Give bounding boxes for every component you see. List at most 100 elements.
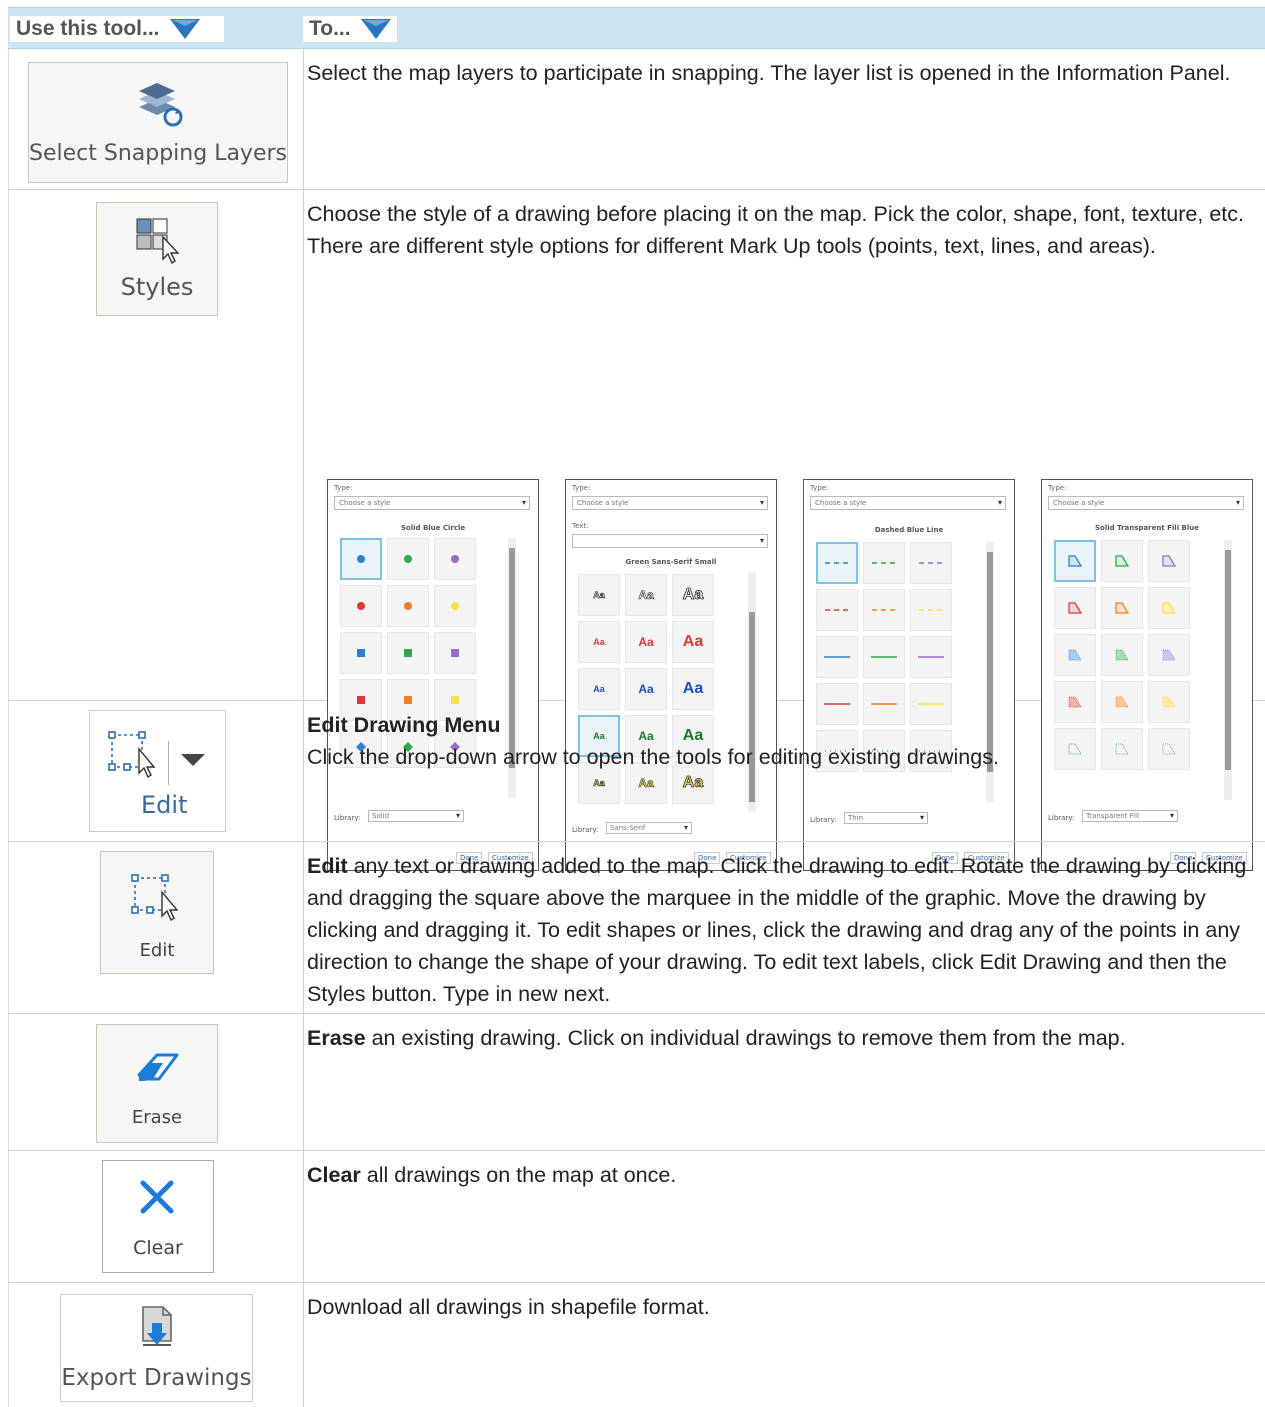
style-swatch[interactable] — [1054, 540, 1096, 582]
style-swatch[interactable] — [434, 538, 476, 580]
tool-cell: Styles — [8, 190, 304, 700]
type-label: Type: — [1048, 484, 1067, 492]
description-bold: Clear — [307, 1163, 361, 1187]
erase-button[interactable]: Erase — [96, 1024, 218, 1143]
filter-triangle-icon[interactable] — [359, 17, 393, 41]
tool-label: Export Drawings — [61, 1365, 252, 1391]
table-row: Edit Edit Drawing Menu Click the drop-do… — [8, 701, 1265, 842]
table-row: Styles Choose the style of a drawing bef… — [8, 190, 1265, 871]
style-swatch[interactable] — [1054, 634, 1096, 676]
style-swatch[interactable] — [1148, 634, 1190, 676]
description-bold: Edit — [307, 854, 348, 878]
text-label: Text: — [572, 522, 589, 530]
tool-label: Edit — [141, 791, 188, 819]
style-swatch[interactable] — [434, 632, 476, 674]
style-select[interactable]: Choose a style — [334, 496, 530, 510]
style-title: Solid Transparent Fill Blue — [1094, 524, 1199, 532]
style-swatch[interactable] — [387, 632, 429, 674]
tool-cell: Erase — [8, 1014, 304, 1150]
style-swatch[interactable] — [1148, 587, 1190, 629]
style-title: Dashed Blue Line — [874, 526, 944, 534]
style-swatch[interactable] — [863, 636, 905, 678]
style-swatch[interactable] — [816, 589, 858, 631]
close-x-icon — [140, 1180, 174, 1214]
style-swatch[interactable] — [910, 636, 952, 678]
select-snapping-layers-button[interactable]: Select Snapping Layers — [28, 62, 288, 183]
description-text: Click the drop-down arrow to open the to… — [307, 745, 999, 769]
style-swatch[interactable] — [387, 538, 429, 580]
style-swatch[interactable] — [1148, 540, 1190, 582]
table-row: Clear Clear all drawings on the map at o… — [8, 1151, 1265, 1283]
style-swatch[interactable] — [340, 538, 382, 580]
description-text: any text or drawing added to the map. Cl… — [307, 854, 1247, 1006]
description: Download all drawings in shapefile forma… — [307, 1295, 710, 1319]
description-title: Edit Drawing Menu — [307, 713, 501, 737]
clear-button[interactable]: Clear — [102, 1160, 214, 1273]
type-label: Type: — [810, 484, 829, 492]
edit-menu-button[interactable]: Edit — [89, 710, 226, 832]
style-title: Solid Blue Circle — [400, 524, 466, 532]
styles-grid-cursor-icon — [136, 218, 180, 265]
tool-cell: Edit — [8, 701, 304, 841]
tool-cell: Select Snapping Layers — [8, 49, 304, 189]
header-col-tool[interactable]: Use this tool... — [10, 16, 224, 42]
table-row: Edit Edit any text or drawing added to t… — [8, 842, 1265, 1014]
description: Choose the style of a drawing before pla… — [307, 202, 1244, 258]
text-input[interactable] — [572, 534, 768, 548]
style-swatch[interactable] — [387, 585, 429, 627]
tool-label: Clear — [133, 1237, 183, 1259]
style-swatch[interactable] — [863, 542, 905, 584]
description-bold: Erase — [307, 1026, 366, 1050]
style-swatch[interactable]: Aa — [672, 574, 714, 616]
header-col-action[interactable]: To... — [303, 16, 397, 42]
type-label: Type: — [334, 484, 353, 492]
header-col-action-label: To... — [309, 17, 351, 40]
tool-cell: Export Drawings — [8, 1283, 304, 1407]
style-swatch[interactable] — [1101, 540, 1143, 582]
edit-marquee-cursor-icon — [131, 874, 179, 922]
tool-cell: Clear — [8, 1151, 304, 1282]
edit-button[interactable]: Edit — [100, 851, 214, 974]
table-row: Export Drawings Download all drawings in… — [8, 1283, 1265, 1407]
filter-triangle-icon[interactable] — [168, 17, 202, 41]
style-swatch[interactable] — [1101, 634, 1143, 676]
styles-button[interactable]: Styles — [96, 202, 218, 316]
style-select[interactable]: Choose a style — [1048, 496, 1244, 510]
style-swatch[interactable] — [910, 542, 952, 584]
tool-table: Use this tool... To... Select Snapping L… — [8, 7, 1265, 1407]
chevron-down-icon[interactable] — [180, 753, 206, 767]
style-swatch[interactable] — [816, 542, 858, 584]
style-swatch[interactable] — [1054, 587, 1096, 629]
tool-label: Select Snapping Layers — [29, 141, 287, 166]
style-swatch[interactable] — [910, 589, 952, 631]
style-select[interactable]: Choose a style — [810, 496, 1006, 510]
style-swatch[interactable]: Aa — [625, 621, 667, 663]
style-swatch[interactable]: Aa — [672, 621, 714, 663]
description-text: an existing drawing. Click on individual… — [365, 1026, 1126, 1050]
style-swatch[interactable] — [434, 585, 476, 627]
style-swatch[interactable]: Aa — [578, 621, 620, 663]
eraser-icon — [137, 1053, 179, 1081]
style-swatch[interactable] — [816, 636, 858, 678]
style-swatch[interactable] — [340, 632, 382, 674]
style-title: Green Sans-Serif Small — [625, 558, 717, 566]
description: Select the map layers to participate in … — [307, 61, 1231, 85]
description: Erase an existing drawing. Click on indi… — [307, 1022, 1261, 1054]
edit-marquee-cursor-icon — [108, 731, 156, 779]
description: Edit Drawing Menu Click the drop-down ar… — [307, 709, 1261, 773]
style-swatch[interactable] — [863, 589, 905, 631]
description-text: all drawings on the map at once. — [360, 1163, 677, 1187]
style-select[interactable]: Choose a style — [572, 496, 768, 510]
tool-label: Styles — [120, 273, 194, 301]
style-swatch[interactable] — [340, 585, 382, 627]
description: Clear all drawings on the map at once. — [307, 1159, 1261, 1191]
table-row: Select Snapping Layers Select the map la… — [8, 49, 1265, 190]
export-drawings-button[interactable]: Export Drawings — [60, 1294, 253, 1402]
style-swatch[interactable] — [1101, 587, 1143, 629]
tool-cell: Edit — [8, 842, 304, 1013]
table-row: Erase Erase an existing drawing. Click o… — [8, 1014, 1265, 1151]
type-label: Type: — [572, 484, 591, 492]
split-divider — [168, 741, 169, 785]
style-swatch[interactable]: Aa — [625, 574, 667, 616]
style-swatch[interactable]: Aa — [578, 574, 620, 616]
